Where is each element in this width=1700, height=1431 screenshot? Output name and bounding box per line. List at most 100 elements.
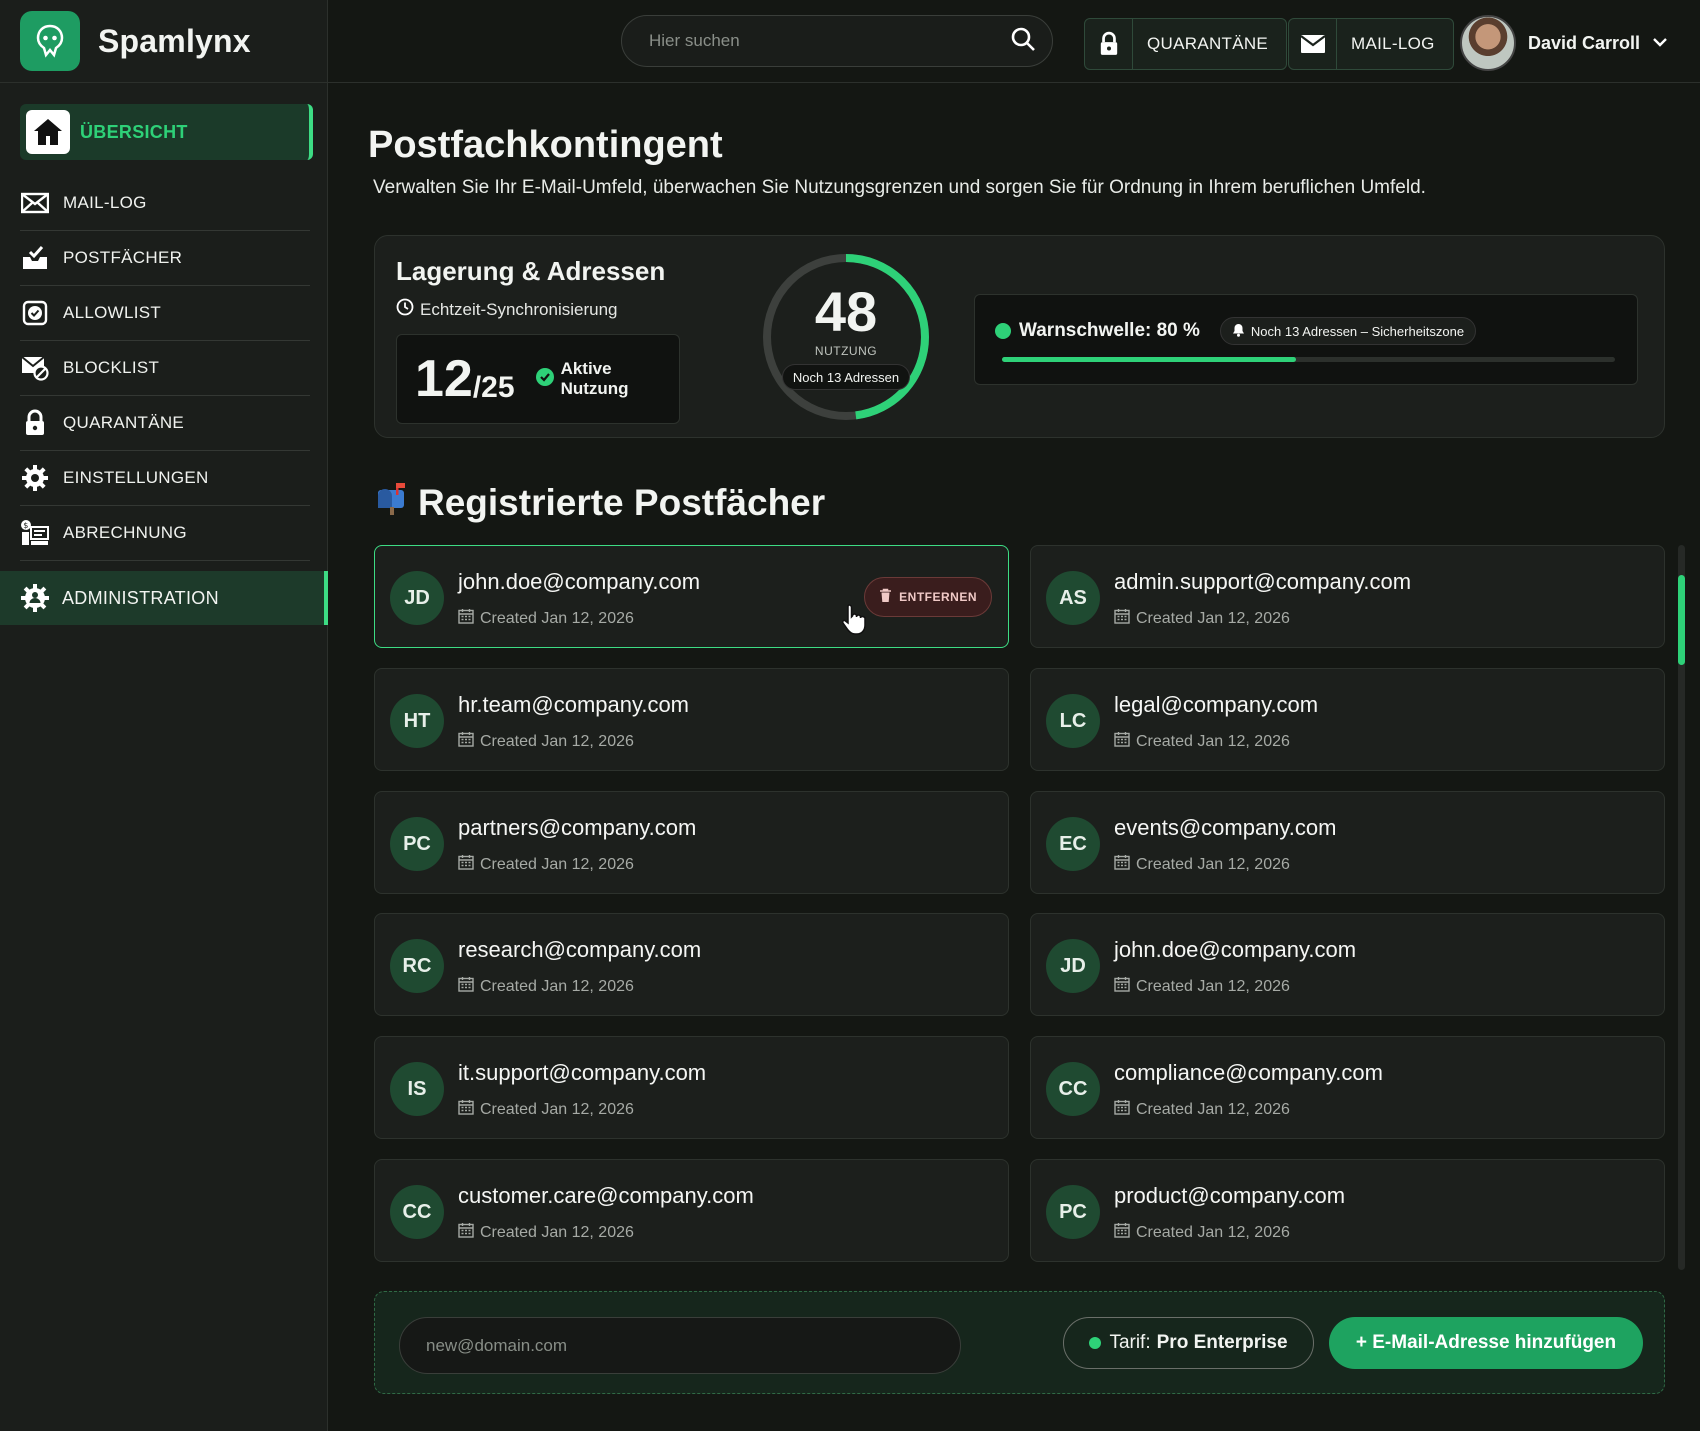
warning-label: Warnschwelle: 80 % xyxy=(1019,320,1200,341)
mailbox-created-label: Created Jan 12, 2026 xyxy=(480,977,634,995)
mailbox-card[interactable]: IS it.support@company.com Created Jan 12, … xyxy=(374,1036,1009,1139)
sidebar-item-label: POSTFÄCHER xyxy=(63,248,183,267)
user-name: David Carroll xyxy=(1528,32,1641,53)
user-menu[interactable]: David Carroll xyxy=(1460,15,1668,71)
mailbox-created: Created Jan 12, 2026 xyxy=(458,1099,634,1120)
sidebar-item-label: ALLOWLIST xyxy=(63,303,162,322)
mailbox-card[interactable]: CC compliance@company.com Created Jan 12, … xyxy=(1030,1036,1665,1139)
mailbox-avatar: CC xyxy=(1046,1062,1100,1116)
mail-x-icon xyxy=(20,188,50,218)
calendar-icon xyxy=(1114,854,1130,875)
mailbox-avatar: JD xyxy=(1046,939,1100,993)
mailbox-card[interactable]: RC research@company.com Created Jan 12, 20… xyxy=(374,913,1009,1016)
mailbox-card[interactable]: JD john.doe@company.com Created Jan 12, 20… xyxy=(374,545,1009,648)
brand-name: Spamlynx xyxy=(98,22,251,59)
mailbox-email: product@company.com xyxy=(1114,1183,1346,1208)
sidebar-item-label: MAIL-LOG xyxy=(63,193,147,212)
storage-stats-panel: Lagerung & Adressen Echtzeit-Synchronisi… xyxy=(374,235,1665,438)
sidebar-item-label: BLOCKLIST xyxy=(63,358,160,377)
sidebar-item-settings[interactable]: EINSTELLUNGEN xyxy=(20,451,310,506)
brand-logo-icon[interactable] xyxy=(20,11,80,71)
mailbox-email: research@company.com xyxy=(458,937,702,962)
mailbox-created: Created Jan 12, 2026 xyxy=(1114,1222,1290,1243)
svg-text:$: $ xyxy=(23,521,28,530)
mailbox-card[interactable]: PC partners@company.com Created Jan 12, 20… xyxy=(374,791,1009,894)
mailbox-card[interactable]: CC customer.care@company.com Created Jan 1… xyxy=(374,1159,1009,1262)
gauge-remaining-pill: Noch 13 Adressen xyxy=(782,364,910,390)
search-input[interactable] xyxy=(649,31,1010,51)
calendar-icon xyxy=(458,976,474,997)
plan-name: Pro Enterprise xyxy=(1156,1332,1288,1353)
section-title-label: Registrierte Postfächer xyxy=(418,481,826,523)
mailbox-created-label: Created Jan 12, 2026 xyxy=(480,732,634,750)
page-title: Postfachkontingent xyxy=(368,124,723,166)
mailbox-created-label: Created Jan 12, 2026 xyxy=(1136,732,1290,750)
status-dot xyxy=(1089,1337,1102,1349)
sidebar-item-quarantine[interactable]: QUARANTÄNE xyxy=(20,396,310,451)
admin-gear-icon xyxy=(20,583,50,613)
sidebar-item-mailboxes[interactable]: POSTFÄCHER xyxy=(20,231,310,286)
mail-log-button[interactable]: MAIL-LOG xyxy=(1288,18,1454,70)
mailbox-avatar: JD xyxy=(390,571,444,625)
calendar-icon xyxy=(1114,976,1130,997)
stats-heading: Lagerung & Adressen xyxy=(396,256,666,286)
limit-count: /25 xyxy=(472,371,515,404)
gauge-value: 48 xyxy=(814,280,878,343)
inbox-icon xyxy=(20,243,50,273)
mailbox-card[interactable]: JD john.doe@company.com Created Jan 12, 20… xyxy=(1030,913,1665,1016)
mailbox-avatar: PC xyxy=(1046,1185,1100,1239)
mailbox-created: Created Jan 12, 2026 xyxy=(1114,1099,1290,1120)
active-usage-label: Aktive Nutzung xyxy=(560,359,629,398)
mailbox-avatar: LC xyxy=(1046,694,1100,748)
calendar-icon xyxy=(458,608,474,629)
warning-pill-label: Noch 13 Adressen – Sicherheitszone xyxy=(1250,323,1465,339)
envelope-icon xyxy=(1289,19,1337,69)
mailbox-card[interactable]: EC events@company.com Created Jan 12, 2026 xyxy=(1030,791,1665,894)
calendar-icon xyxy=(1114,731,1130,752)
sidebar-item-allowlist[interactable]: ALLOWLIST xyxy=(20,286,310,341)
sidebar-item-administration[interactable]: ADMINISTRATION xyxy=(0,571,328,625)
sidebar-item-label: ÜBERSICHT xyxy=(80,121,188,142)
sync-label: Echtzeit-Synchronisierung xyxy=(420,299,618,319)
remove-button[interactable]: ENTFERNEN xyxy=(864,577,992,617)
calendar-icon xyxy=(458,731,474,752)
add-email-button[interactable]: + E-Mail-Adresse hinzufügen xyxy=(1329,1317,1643,1369)
billing-icon: $ xyxy=(20,518,50,548)
sidebar-item-billing[interactable]: $ ABRECHNUNG xyxy=(20,506,310,561)
mailbox-card[interactable]: HT hr.team@company.com Created Jan 12, 202… xyxy=(374,668,1009,771)
mailbox-created: Created Jan 12, 2026 xyxy=(458,976,634,997)
gear-icon xyxy=(20,463,50,493)
section-title: Registrierte Postfächer xyxy=(374,480,825,525)
mailbox-created: Created Jan 12, 2026 xyxy=(458,1222,634,1243)
mailbox-created-label: Created Jan 12, 2026 xyxy=(480,1223,634,1241)
sidebar-item-blocklist[interactable]: BLOCKLIST xyxy=(20,341,310,396)
quarantine-button[interactable]: QUARANTÄNE xyxy=(1084,18,1288,70)
sync-status: Echtzeit-Synchronisierung xyxy=(396,298,617,321)
new-email-input[interactable] xyxy=(399,1317,961,1374)
chevron-down-icon[interactable] xyxy=(1652,34,1668,52)
mailbox-card[interactable]: LC legal@company.com Created Jan 12, 2026 xyxy=(1030,668,1665,771)
avatar[interactable] xyxy=(1460,15,1516,71)
sidebar-item-mail-log[interactable]: MAIL-LOG xyxy=(20,176,310,231)
plan-badge[interactable]: Tarif: Pro Enterprise xyxy=(1063,1317,1314,1369)
warning-row: Warnschwelle: 80 % Noch 13 Adressen – Si… xyxy=(995,317,1477,345)
mailbox-card[interactable]: AS admin.support@company.com Created Jan 1… xyxy=(1030,545,1665,648)
sidebar-item-overview[interactable]: ÜBERSICHT xyxy=(20,104,313,160)
active-usage-badge: Aktive Nutzung xyxy=(535,359,679,399)
mailbox-card[interactable]: PC product@company.com Created Jan 12, 202… xyxy=(1030,1159,1665,1262)
scrollbar-thumb[interactable] xyxy=(1678,575,1685,665)
mailbox-avatar: CC xyxy=(390,1185,444,1239)
mailbox-email: events@company.com xyxy=(1114,815,1337,840)
mailbox-created: Created Jan 12, 2026 xyxy=(1114,731,1290,752)
mailbox-email: partners@company.com xyxy=(458,815,697,840)
mailbox-created-label: Created Jan 12, 2026 xyxy=(480,609,634,627)
quarantine-button-label: QUARANTÄNE xyxy=(1147,34,1269,53)
warning-threshold-panel: Warnschwelle: 80 % Noch 13 Adressen – Si… xyxy=(974,294,1638,385)
mailbox-email: customer.care@company.com xyxy=(458,1183,754,1208)
calendar-icon xyxy=(458,1099,474,1120)
search-icon[interactable] xyxy=(1010,26,1036,57)
calendar-icon xyxy=(1114,1222,1130,1243)
mailbox-avatar: AS xyxy=(1046,571,1100,625)
mailbox-email: admin.support@company.com xyxy=(1114,569,1412,594)
scrollbar[interactable] xyxy=(1678,545,1685,1270)
